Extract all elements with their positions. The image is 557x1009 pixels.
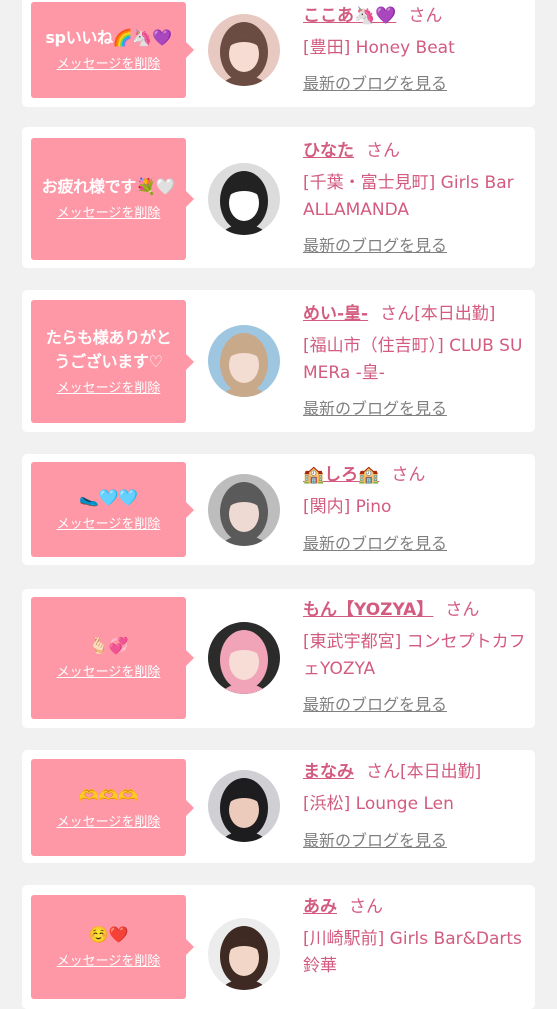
message-bubble: 🫶🫶🫶 メッセージを削除 — [31, 759, 194, 856]
message-bubble: たらも様ありがとうございます♡ メッセージを削除 — [31, 300, 194, 423]
sender-info: ここあ🦄💜 さん [豊田] Honey Beat — [303, 4, 529, 62]
latest-blog-link[interactable]: 最新のブログを見る — [303, 831, 447, 851]
message-card: たらも様ありがとうございます♡ メッセージを削除 めい-皇- さん[本日出勤] [… — [22, 290, 535, 432]
sender-name-link[interactable]: あみ — [303, 897, 337, 917]
shop-name: [福山市（住吉町）] CLUB SUMERa -皇- — [303, 336, 523, 383]
message-bubble: ☺️❤️ メッセージを削除 — [31, 895, 194, 999]
honorific-suffix: さん — [391, 465, 426, 485]
message-card: 🥿🩵🩵 メッセージを削除 🏫しろ🏫 さん [関内] Pino 最新のブログを見る — [22, 454, 535, 565]
message-card: 🫶🫶🫶 メッセージを削除 まなみ さん[本日出勤] [浜松] Lounge Len… — [22, 750, 535, 863]
avatar[interactable] — [208, 14, 280, 86]
sender-info: まなみ さん[本日出勤] [浜松] Lounge Len — [303, 760, 529, 818]
delete-message-link[interactable]: メッセージを削除 — [57, 953, 161, 971]
latest-blog-link[interactable]: 最新のブログを見る — [303, 695, 447, 715]
message-text: 🥿🩵🩵 — [79, 487, 138, 507]
avatar[interactable] — [208, 770, 280, 842]
name-line: めい-皇- さん[本日出勤] — [303, 302, 529, 326]
name-line: まなみ さん[本日出勤] — [303, 760, 529, 784]
sender-name-link[interactable]: めい-皇- — [303, 304, 368, 324]
shop-name: [関内] Pino — [303, 497, 392, 517]
message-list: spいいね🌈🦄💜 メッセージを削除 ここあ🦄💜 さん [豊田] Honey Bea… — [0, 0, 557, 1009]
latest-blog-link[interactable]: 最新のブログを見る — [303, 236, 447, 256]
delete-message-link[interactable]: メッセージを削除 — [57, 380, 161, 398]
latest-blog-link[interactable]: 最新のブログを見る — [303, 399, 447, 419]
message-text: 🫰🏻💞 — [88, 636, 129, 655]
name-line: あみ さん — [303, 895, 529, 919]
avatar-photo — [208, 770, 280, 842]
delete-message-link[interactable]: メッセージを削除 — [57, 664, 161, 682]
shop-name: [豊田] Honey Beat — [303, 38, 455, 58]
message-text: 🫶🫶🫶 — [79, 785, 138, 805]
latest-blog-link[interactable]: 最新のブログを見る — [303, 74, 447, 94]
delete-message-link[interactable]: メッセージを削除 — [57, 56, 161, 74]
sender-name-link[interactable]: ひなた — [303, 141, 354, 161]
avatar-photo — [208, 14, 280, 86]
avatar-photo — [208, 622, 280, 694]
name-line: ここあ🦄💜 さん — [303, 4, 529, 28]
honorific-suffix: さん[本日出勤] — [380, 304, 496, 324]
message-card: ☺️❤️ メッセージを削除 あみ さん [川崎駅前] Girls Bar&Dart… — [22, 885, 535, 1009]
avatar[interactable] — [208, 622, 280, 694]
avatar-photo — [208, 325, 280, 397]
avatar[interactable] — [208, 474, 280, 546]
avatar[interactable] — [208, 918, 280, 990]
message-text: ☺️❤️ — [88, 925, 129, 944]
sender-name-link[interactable]: ここあ🦄💜 — [303, 6, 396, 26]
sender-info: ひなた さん [千葉・富士見町] Girls Bar ALLAMANDA — [303, 139, 529, 224]
name-line: 🏫しろ🏫 さん — [303, 463, 529, 487]
name-line: ひなた さん — [303, 139, 529, 163]
sender-name-link[interactable]: 🏫しろ🏫 — [303, 465, 379, 485]
message-bubble: お疲れ様です💐🤍 メッセージを削除 — [31, 138, 194, 260]
name-line: もん【YOZYA】 さん — [303, 598, 529, 622]
honorific-suffix: さん[本日出勤] — [366, 762, 482, 782]
message-card: spいいね🌈🦄💜 メッセージを削除 ここあ🦄💜 さん [豊田] Honey Bea… — [22, 0, 535, 107]
honorific-suffix: さん — [366, 141, 400, 161]
message-card: お疲れ様です💐🤍 メッセージを削除 ひなた さん [千葉・富士見町] Girls … — [22, 127, 535, 268]
avatar[interactable] — [208, 163, 280, 235]
message-text: spいいね🌈🦄💜 — [45, 28, 172, 47]
latest-blog-link[interactable]: 最新のブログを見る — [303, 534, 447, 554]
avatar-photo — [208, 918, 280, 990]
avatar-photo — [208, 163, 280, 235]
sender-info: めい-皇- さん[本日出勤] [福山市（住吉町）] CLUB SUMERa -皇- — [303, 302, 529, 387]
delete-message-link[interactable]: メッセージを削除 — [57, 814, 161, 832]
sender-name-link[interactable]: まなみ — [303, 762, 354, 782]
message-card: 🫰🏻💞 メッセージを削除 もん【YOZYA】 さん [東武宇都宮] コンセプトカフ… — [22, 589, 535, 728]
honorific-suffix: さん — [349, 897, 383, 917]
sender-info: 🏫しろ🏫 さん [関内] Pino — [303, 463, 529, 521]
honorific-suffix: さん — [445, 600, 480, 620]
honorific-suffix: さん — [408, 6, 443, 26]
message-bubble: 🥿🩵🩵 メッセージを削除 — [31, 462, 194, 557]
delete-message-link[interactable]: メッセージを削除 — [57, 205, 161, 223]
message-text: たらも様ありがとうございます♡ — [45, 327, 172, 371]
shop-name: [川崎駅前] Girls Bar&Darts 鈴華 — [303, 929, 522, 976]
sender-info: もん【YOZYA】 さん [東武宇都宮] コンセプトカフェYOZYA — [303, 598, 529, 683]
delete-message-link[interactable]: メッセージを削除 — [57, 516, 161, 534]
sender-name-link[interactable]: もん【YOZYA】 — [303, 600, 433, 620]
message-bubble: 🫰🏻💞 メッセージを削除 — [31, 597, 194, 719]
shop-name: [東武宇都宮] コンセプトカフェYOZYA — [303, 632, 526, 679]
message-text: お疲れ様です💐🤍 — [41, 177, 176, 196]
message-bubble: spいいね🌈🦄💜 メッセージを削除 — [31, 2, 194, 98]
shop-name: [浜松] Lounge Len — [303, 794, 454, 814]
shop-name: [千葉・富士見町] Girls Bar ALLAMANDA — [303, 173, 514, 220]
avatar[interactable] — [208, 325, 280, 397]
sender-info: あみ さん [川崎駅前] Girls Bar&Darts 鈴華 — [303, 895, 529, 980]
avatar-photo — [208, 474, 280, 546]
